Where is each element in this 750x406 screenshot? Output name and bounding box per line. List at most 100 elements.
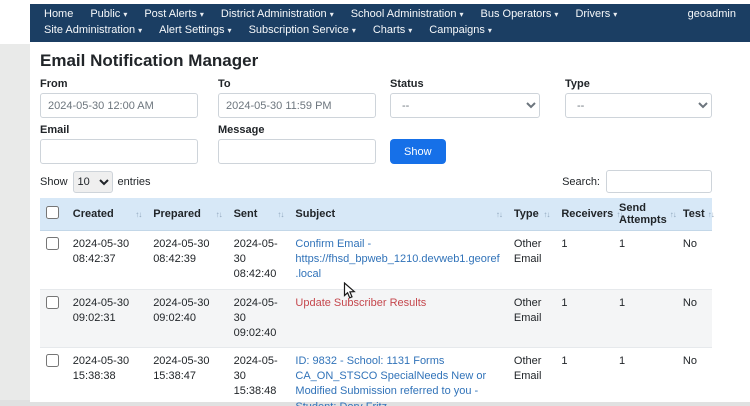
window-left-edge: [0, 44, 30, 406]
cell-test: No: [677, 289, 712, 348]
cell-subject: Confirm Email - https://fhsd_bpweb_1210.…: [289, 231, 508, 290]
caret-down-icon: ▾: [488, 26, 492, 35]
cell-prepared: 2024-05-30 08:42:39: [147, 231, 227, 290]
cell-receivers: 1: [555, 231, 613, 290]
column-header-select: [40, 198, 67, 231]
cell-created: 2024-05-30 08:42:37: [67, 231, 147, 290]
column-header-type[interactable]: Type ↑↓: [508, 198, 555, 231]
row-checkbox[interactable]: [46, 237, 59, 250]
column-header-subject[interactable]: Subject↑↓: [289, 198, 508, 231]
nav-user-geoadmin[interactable]: geoadmin: [688, 8, 736, 20]
entries-select[interactable]: 10: [73, 171, 113, 193]
sort-icon: ↑↓: [708, 210, 714, 219]
nav-item-label: Site Administration: [44, 24, 135, 36]
status-select[interactable]: --: [390, 93, 540, 118]
from-input[interactable]: [40, 93, 198, 118]
entries-suffix-label: entries: [118, 176, 151, 188]
caret-down-icon: ▾: [554, 10, 558, 19]
cell-select: [40, 348, 67, 406]
cell-subject: Update Subscriber Results: [289, 289, 508, 348]
table-search: Search:: [562, 170, 712, 193]
secondary-navbar: Site Administration▾ Alert Settings▾ Sub…: [30, 22, 750, 42]
subject-link[interactable]: Confirm Email - https://fhsd_bpweb_1210.…: [295, 238, 499, 280]
column-label: Test: [683, 208, 705, 220]
select-all-checkbox[interactable]: [46, 206, 59, 219]
subject-link[interactable]: ID: 9832 - School: 1131 Forms CA_ON_STSC…: [295, 355, 486, 406]
column-header-test[interactable]: Test↑↓: [677, 198, 712, 231]
caret-down-icon: ▾: [459, 10, 463, 19]
nav-item-site-administration[interactable]: Site Administration▾: [44, 24, 142, 36]
to-field: To: [218, 78, 376, 118]
cell-send-attempts: 1: [613, 231, 677, 290]
row-checkbox[interactable]: [46, 354, 59, 367]
cell-test: No: [677, 348, 712, 406]
sort-icon: ↑↓: [216, 210, 222, 219]
filter-row-1: From To Status -- Type --: [40, 78, 712, 118]
search-input[interactable]: [606, 170, 712, 193]
row-checkbox[interactable]: [46, 296, 59, 309]
column-header-send-attempts[interactable]: Send Attempts↑↓: [613, 198, 677, 231]
nav-item-label: Alert Settings: [159, 24, 224, 36]
type-select[interactable]: --: [565, 93, 712, 118]
table-header-row: Created↑↓ Prepared↑↓ Sent↑↓ Subject↑↓ Ty…: [40, 198, 712, 231]
table-controls: Show 10 entries Search:: [40, 170, 712, 193]
nav-item-label: Charts: [373, 24, 405, 36]
to-label: To: [218, 78, 376, 90]
caret-down-icon: ▾: [200, 10, 204, 19]
column-header-sent[interactable]: Sent ↑↓: [228, 198, 290, 231]
page-title: Email Notification Manager: [40, 51, 712, 71]
entries-length-control: Show 10 entries: [40, 171, 151, 193]
nav-item-post-alerts[interactable]: Post Alerts▾: [144, 8, 204, 20]
cell-sent: 2024-05-30 08:42:40: [228, 231, 290, 290]
column-header-created[interactable]: Created↑↓: [67, 198, 147, 231]
caret-down-icon: ▾: [138, 26, 142, 35]
nav-item-subscription-service[interactable]: Subscription Service▾: [249, 24, 356, 36]
caret-down-icon: ▾: [408, 26, 412, 35]
column-header-prepared[interactable]: Prepared↑↓: [147, 198, 227, 231]
cell-created: 2024-05-30 15:38:38: [67, 348, 147, 406]
email-field: Email: [40, 124, 198, 164]
show-button[interactable]: Show: [390, 139, 446, 164]
nav-item-public[interactable]: Public▾: [90, 8, 127, 20]
column-label: Sent: [234, 208, 258, 220]
nav-item-school-administration[interactable]: School Administration▾: [351, 8, 464, 20]
message-field: Message: [218, 124, 376, 164]
nav-item-drivers[interactable]: Drivers▾: [575, 8, 617, 20]
main-navbar: Home Public▾ Post Alerts▾ District Admin…: [30, 4, 750, 22]
table-row: 2024-05-30 15:38:38 2024-05-30 15:38:47 …: [40, 348, 712, 406]
caret-down-icon: ▾: [352, 26, 356, 35]
nav-item-bus-operators[interactable]: Bus Operators▾: [481, 8, 559, 20]
cell-select: [40, 289, 67, 348]
message-input[interactable]: [218, 139, 376, 164]
caret-down-icon: ▾: [330, 10, 334, 19]
sort-icon: ↑↓: [543, 210, 549, 219]
show-entries-label: Show: [40, 176, 68, 188]
nav-item-alert-settings[interactable]: Alert Settings▾: [159, 24, 231, 36]
nav-item-campaigns[interactable]: Campaigns▾: [429, 24, 492, 36]
cell-prepared: 2024-05-30 09:02:40: [147, 289, 227, 348]
status-label: Status: [390, 78, 540, 90]
caret-down-icon: ▾: [613, 10, 617, 19]
type-label: Type: [565, 78, 712, 90]
column-label: Send Attempts: [619, 202, 667, 226]
column-label: Created: [73, 208, 114, 220]
cell-type: Other Email: [508, 289, 555, 348]
table-row: 2024-05-30 09:02:31 2024-05-30 09:02:40 …: [40, 289, 712, 348]
column-header-receivers[interactable]: Receivers↑↓: [555, 198, 613, 231]
cell-select: [40, 231, 67, 290]
cell-send-attempts: 1: [613, 348, 677, 406]
column-label: Receivers: [561, 208, 613, 220]
column-label: Subject: [295, 208, 335, 220]
sort-icon: ↑↓: [670, 210, 676, 219]
table-row: 2024-05-30 08:42:37 2024-05-30 08:42:39 …: [40, 231, 712, 290]
nav-item-district-administration[interactable]: District Administration▾: [221, 8, 334, 20]
navbar-row1-items: Home Public▾ Post Alerts▾ District Admin…: [44, 8, 617, 20]
to-input[interactable]: [218, 93, 376, 118]
email-input[interactable]: [40, 139, 198, 164]
sort-icon: ↑↓: [277, 210, 283, 219]
nav-item-label: Post Alerts: [144, 8, 197, 20]
subject-link[interactable]: Update Subscriber Results: [295, 297, 426, 309]
column-label: Type: [514, 208, 539, 220]
nav-item-charts[interactable]: Charts▾: [373, 24, 412, 36]
nav-item-home[interactable]: Home: [44, 8, 73, 20]
